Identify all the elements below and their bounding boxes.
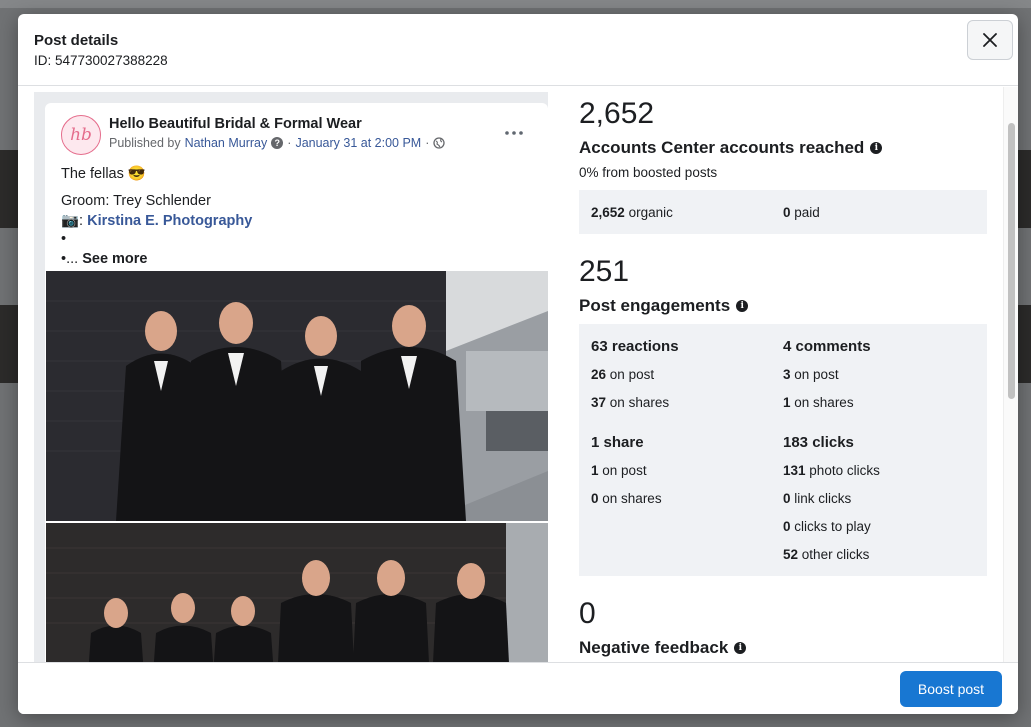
reach-paid: 0 paid bbox=[783, 205, 820, 220]
groomsmen-photo-2 bbox=[46, 523, 548, 662]
scrollbar-thumb[interactable] bbox=[1008, 123, 1015, 399]
engagements-title-text: Post engagements bbox=[579, 296, 731, 315]
page-avatar[interactable]: hb bbox=[61, 115, 101, 155]
photographer-link[interactable]: Kirstina E. Photography bbox=[87, 213, 252, 229]
photo-clicks: 131 photo clicks bbox=[783, 463, 880, 478]
modal-footer: Boost post bbox=[18, 662, 1018, 714]
modal-body: hb Hello Beautiful Bridal & Formal Wear … bbox=[18, 87, 1018, 662]
other-clicks-label: other clicks bbox=[801, 547, 870, 562]
post-date-link[interactable]: January 31 at 2:00 PM bbox=[295, 136, 421, 150]
photo-clicks-value: 131 bbox=[783, 463, 806, 478]
reactions-on-shares-label: on shares bbox=[609, 395, 670, 410]
meta-separator-2: · bbox=[425, 136, 430, 150]
negative-feedback-title-text: Negative feedback bbox=[579, 638, 729, 657]
see-more-link[interactable]: See more bbox=[82, 251, 147, 267]
close-button[interactable] bbox=[967, 20, 1013, 60]
comments-head: 4 comments bbox=[783, 338, 871, 355]
other-clicks-value: 52 bbox=[783, 547, 799, 562]
reactions-on-post: 26 on post bbox=[591, 367, 654, 382]
shares-on-shares: 0 on shares bbox=[591, 491, 662, 506]
reactions-on-shares-value: 37 bbox=[591, 395, 607, 410]
clicks-head: 183 clicks bbox=[783, 434, 854, 451]
post-card: hb Hello Beautiful Bridal & Formal Wear … bbox=[45, 103, 548, 662]
reactions-on-shares: 37 on shares bbox=[591, 395, 669, 410]
close-icon bbox=[983, 33, 997, 47]
info-icon[interactable]: i bbox=[870, 142, 883, 154]
post-photo-2[interactable] bbox=[46, 523, 548, 662]
reach-title-text: Accounts Center accounts reached bbox=[579, 138, 865, 157]
comments-on-post-value: 3 bbox=[783, 367, 791, 382]
photo-clicks-label: photo clicks bbox=[809, 463, 880, 478]
reactions-on-post-value: 26 bbox=[591, 367, 607, 382]
engagements-value: 251 bbox=[579, 255, 630, 288]
reach-organic: 2,652 organic bbox=[591, 205, 673, 220]
clicks-to-play-value: 0 bbox=[783, 519, 791, 534]
comments-on-shares-label: on shares bbox=[794, 395, 854, 410]
more-options-icon bbox=[505, 131, 523, 135]
link-clicks: 0 link clicks bbox=[783, 491, 851, 506]
comments-on-shares: 1 on shares bbox=[783, 395, 854, 410]
reach-organic-label: organic bbox=[628, 205, 673, 220]
reactions-head: 63 reactions bbox=[591, 338, 679, 355]
link-clicks-value: 0 bbox=[783, 491, 791, 506]
engagements-title: Post engagements i bbox=[579, 296, 749, 316]
post-text-line-1: The fellas 😎 bbox=[61, 166, 146, 182]
post-text-ellipsis: •... bbox=[61, 251, 79, 267]
post-details-modal: Post details ID: 547730027388228 hb Hell… bbox=[18, 14, 1018, 714]
modal-title: Post details bbox=[34, 32, 119, 49]
post-id: ID: 547730027388228 bbox=[34, 53, 168, 68]
meta-separator: · bbox=[287, 136, 292, 150]
shares-on-shares-label: on shares bbox=[602, 491, 662, 506]
reach-organic-value: 2,652 bbox=[591, 205, 625, 220]
clicks-to-play-label: clicks to play bbox=[794, 519, 871, 534]
post-text-groom: Groom: Trey Schlender bbox=[61, 193, 211, 209]
reactions-on-post-label: on post bbox=[609, 367, 655, 382]
avatar-text: hb bbox=[70, 125, 92, 145]
post-meta: Published by Nathan Murray ? · January 3… bbox=[109, 136, 446, 150]
camera-prefix: 📷: bbox=[61, 213, 84, 229]
post-photo-1[interactable] bbox=[46, 271, 548, 521]
page-name[interactable]: Hello Beautiful Bridal & Formal Wear bbox=[109, 116, 362, 132]
author-link[interactable]: Nathan Murray bbox=[185, 136, 268, 150]
clicks-to-play: 0 clicks to play bbox=[783, 519, 871, 534]
groomsmen-photo-1 bbox=[46, 271, 548, 521]
reach-value: 2,652 bbox=[579, 97, 655, 130]
shares-head: 1 share bbox=[591, 434, 644, 451]
reach-paid-value: 0 bbox=[783, 205, 791, 220]
globe-icon bbox=[433, 137, 446, 149]
post-options-button[interactable] bbox=[500, 121, 528, 145]
negative-feedback-title: Negative feedback i bbox=[579, 638, 747, 658]
question-icon[interactable]: ? bbox=[271, 137, 284, 149]
published-by-label: Published by bbox=[109, 136, 181, 150]
reach-paid-label: paid bbox=[794, 205, 820, 220]
comments-on-post: 3 on post bbox=[783, 367, 839, 382]
shares-on-post-value: 1 bbox=[591, 463, 599, 478]
shares-on-post-label: on post bbox=[602, 463, 647, 478]
reach-subtitle: 0% from boosted posts bbox=[579, 165, 718, 180]
boost-post-button[interactable]: Boost post bbox=[900, 671, 1002, 707]
comments-on-shares-value: 1 bbox=[783, 395, 791, 410]
insights-scrollbar[interactable] bbox=[1003, 87, 1018, 662]
post-preview-pane[interactable]: hb Hello Beautiful Bridal & Formal Wear … bbox=[34, 92, 548, 662]
negative-feedback-value: 0 bbox=[579, 597, 596, 630]
other-clicks: 52 other clicks bbox=[783, 547, 869, 562]
comments-on-post-label: on post bbox=[794, 367, 839, 382]
shares-on-shares-value: 0 bbox=[591, 491, 599, 506]
post-text-photographer: 📷: Kirstina E. Photography bbox=[61, 212, 252, 229]
insights-pane: 2,652 Accounts Center accounts reached i… bbox=[563, 87, 1003, 662]
link-clicks-label: link clicks bbox=[794, 491, 852, 506]
reach-breakdown: 2,652 organic 0 paid bbox=[579, 190, 987, 234]
modal-header: Post details ID: 547730027388228 bbox=[18, 14, 1018, 86]
shares-on-post: 1 on post bbox=[591, 463, 647, 478]
info-icon[interactable]: i bbox=[736, 300, 749, 312]
post-text-dot-1: • bbox=[61, 231, 67, 247]
post-text-dot-2: •... See more bbox=[61, 251, 148, 267]
info-icon[interactable]: i bbox=[734, 642, 747, 654]
engagements-breakdown: 63 reactions 26 on post 37 on shares 4 c… bbox=[579, 324, 987, 576]
reach-title: Accounts Center accounts reached i bbox=[579, 138, 883, 158]
